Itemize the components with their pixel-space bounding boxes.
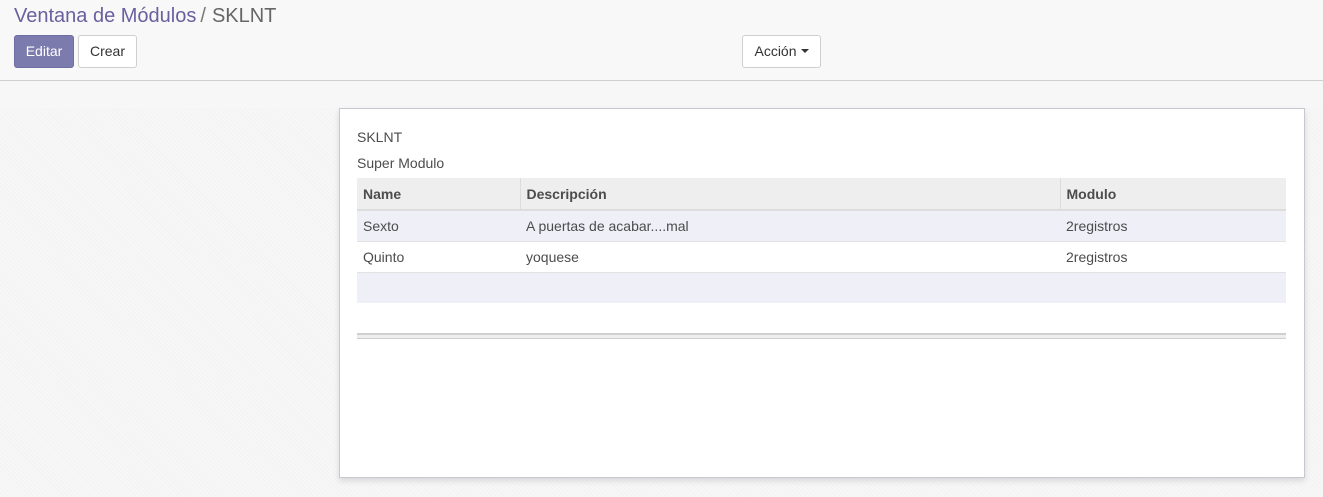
record-name: SKLNT [357, 129, 403, 145]
empty-cell [1060, 272, 1286, 303]
table-empty-row [357, 272, 1286, 303]
caret-down-icon [800, 49, 809, 54]
breadcrumb-separator: / [200, 5, 206, 27]
cell-modulo: 2registros [1060, 209, 1286, 242]
action-dropdown-button[interactable]: Acción [742, 35, 821, 68]
table-row[interactable]: Quinto yoquese 2registros [357, 241, 1286, 273]
cell-modulo: 2registros [1060, 241, 1286, 273]
table-header-row: Name Descripción Modulo [357, 178, 1286, 211]
content-background [0, 81, 1323, 108]
create-button[interactable]: Crear [78, 35, 137, 68]
edit-button-label: Editar [25, 43, 63, 59]
breadcrumb-parent-link[interactable]: Ventana de Módulos [14, 5, 196, 27]
empty-cell [357, 272, 520, 303]
column-header-modulo[interactable]: Modulo [1059, 178, 1286, 211]
empty-cell [520, 272, 1060, 303]
breadcrumb: Ventana de Módulos / SKLNT [14, 3, 276, 29]
table-footer [357, 333, 1286, 339]
column-header-descripcion[interactable]: Descripción [519, 178, 1060, 211]
action-dropdown-label: Acción [754, 43, 797, 59]
records-table: Name Descripción Modulo Sexto A puertas … [357, 178, 1286, 303]
form-sheet: SKLNT Super Modulo Name Descripción Modu… [339, 108, 1305, 478]
cell-name: Sexto [357, 209, 520, 242]
cell-name: Quinto [357, 241, 520, 273]
cell-descripcion: A puertas de acabar....mal [520, 209, 1060, 242]
breadcrumb-current: SKLNT [211, 5, 277, 27]
edit-button[interactable]: Editar [14, 35, 74, 68]
column-header-name[interactable]: Name [357, 178, 520, 211]
table-row[interactable]: Sexto A puertas de acabar....mal 2regist… [357, 209, 1286, 242]
cell-descripcion: yoquese [520, 241, 1060, 273]
record-subtitle: Super Modulo [357, 155, 445, 171]
create-button-label: Crear [89, 43, 125, 59]
control-panel: Ventana de Módulos / SKLNT Editar Crear Ac… [0, 0, 1323, 81]
